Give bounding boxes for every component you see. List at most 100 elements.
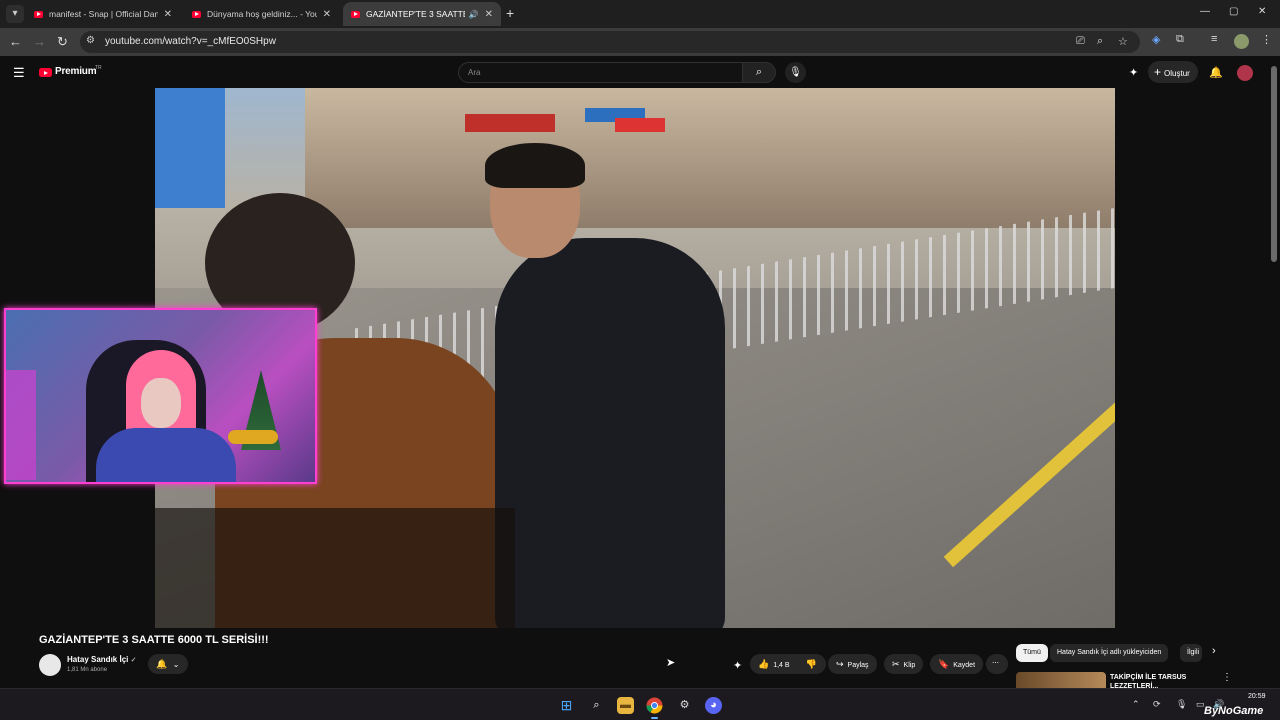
- back-arrow-icon[interactable]: ←: [9, 34, 22, 49]
- tray-overflow-chevron-icon[interactable]: ⌃: [1132, 699, 1140, 710]
- chevron-right-icon[interactable]: ›: [1212, 645, 1216, 657]
- create-button[interactable]: + Oluştur: [1148, 61, 1198, 83]
- share-label: Paylaş: [847, 662, 869, 669]
- microphone-icon[interactable]: 🎙: [785, 62, 806, 83]
- more-vertical-icon[interactable]: ⋮: [1222, 672, 1232, 683]
- webcam-led-light: [6, 370, 36, 480]
- site-info-icon[interactable]: ⚙: [86, 35, 95, 46]
- clock-time: 20:59: [1248, 693, 1266, 700]
- windows-start-icon[interactable]: ⊞: [558, 697, 575, 714]
- url-text: youtube.com/watch?v=_cMfEO0SHpw: [105, 36, 276, 47]
- subscriber-count: 1,81 Mn abone: [67, 667, 108, 673]
- extension-icon[interactable]: ◈: [1152, 33, 1160, 46]
- more-horizontal-icon: ⋯: [992, 660, 999, 667]
- channel-avatar[interactable]: [39, 654, 61, 676]
- chip-from-uploader[interactable]: Hatay Sandık İçi adlı yükleyiciden: [1050, 644, 1169, 662]
- clip-button[interactable]: ✂ Klip: [884, 654, 924, 674]
- video-frame-sky: [155, 88, 225, 208]
- zoom-icon[interactable]: ⌕: [1097, 35, 1103, 48]
- youtube-favicon-icon: [192, 10, 201, 18]
- browser-tab[interactable]: Dünyama hoş geldiniz... - YouT... ✕: [184, 2, 339, 26]
- file-explorer-icon[interactable]: ▬: [617, 697, 634, 714]
- like-dislike-group: 👍 1,4 B 👎: [750, 654, 826, 674]
- bookmark-star-icon[interactable]: ☆: [1118, 35, 1128, 48]
- webcam-overlay: [4, 308, 317, 484]
- media-control-icon[interactable]: ≡: [1211, 33, 1217, 45]
- like-count: 1,4 B: [773, 662, 790, 669]
- chevron-down-icon: ⌄: [172, 660, 180, 669]
- search-input[interactable]: Ara: [458, 62, 743, 83]
- dislike-button[interactable]: 👎: [805, 659, 821, 669]
- profile-avatar[interactable]: [1234, 34, 1249, 49]
- chip-related[interactable]: İlgili: [1180, 644, 1202, 662]
- like-button[interactable]: 👍 1,4 B: [758, 659, 790, 669]
- browser-tab-active[interactable]: GAZİANTEP'TE 3 SAATTE 6... 🔊 ✕: [343, 2, 501, 26]
- search-icon[interactable]: ⌕: [743, 62, 776, 83]
- maximize-button[interactable]: ▢: [1229, 6, 1238, 17]
- bell-icon: 🔔: [156, 659, 168, 669]
- microphone-icon[interactable]: 🎙: [1176, 699, 1187, 710]
- close-tab-icon[interactable]: ✕: [323, 9, 331, 20]
- youtube-premium-logo[interactable]: Premium: [55, 66, 97, 77]
- create-label: Oluştur: [1164, 69, 1190, 78]
- premium-extension-icon[interactable]: ✦: [733, 659, 742, 672]
- thumbs-down-icon: 👎: [805, 659, 817, 669]
- cast-icon[interactable]: ⎚: [1076, 35, 1085, 48]
- audio-playing-icon[interactable]: 🔊: [469, 10, 479, 19]
- youtube-favicon-icon: [351, 10, 360, 18]
- webcam-streamer-body: [96, 428, 236, 482]
- account-avatar[interactable]: [1237, 65, 1253, 81]
- plus-icon: +: [1154, 65, 1162, 79]
- channel-name[interactable]: Hatay Sandık İçi ✓: [67, 655, 136, 664]
- sync-icon[interactable]: ⟳: [1153, 699, 1161, 710]
- webcam-microphone: [228, 430, 278, 444]
- tab-search-button[interactable]: ▾: [6, 5, 24, 23]
- minimize-button[interactable]: —: [1200, 6, 1210, 17]
- extensions-puzzle-icon[interactable]: ⧉: [1176, 33, 1184, 46]
- search-icon[interactable]: ⌕: [588, 697, 605, 714]
- tab-title: manifest - Snap | Official Danc...: [49, 9, 158, 19]
- mouse-cursor-icon: ➤: [666, 657, 676, 669]
- tab-strip: ▾ manifest - Snap | Official Danc... ✕ D…: [0, 0, 1280, 28]
- guide-menu-icon[interactable]: ☰: [13, 65, 25, 81]
- video-frame-buildings: [305, 88, 1115, 228]
- region-code: TR: [95, 65, 102, 71]
- share-button[interactable]: ↪ Paylaş: [828, 654, 877, 674]
- close-window-button[interactable]: ✕: [1258, 6, 1266, 17]
- webcam-streamer-face: [141, 378, 181, 428]
- channel-name-text[interactable]: Hatay Sandık İçi: [67, 655, 128, 664]
- windows-taskbar: ⊞ ⌕ ▬ ⚙ ◕ ⌃ ⟳ 🎙 ▭ 🔊: [0, 688, 1280, 720]
- recommended-title-line: TAKİPÇİM İLE TARSUS: [1110, 674, 1187, 681]
- chrome-menu-icon[interactable]: ⋮: [1261, 33, 1272, 46]
- save-button[interactable]: 🔖 Kaydet: [930, 654, 984, 674]
- forward-arrow-icon[interactable]: →: [33, 34, 46, 49]
- clock[interactable]: 20:59: [1248, 693, 1266, 700]
- reload-icon[interactable]: ↻: [57, 34, 68, 50]
- video-frame-sign: [465, 114, 555, 132]
- chrome-icon[interactable]: [646, 697, 663, 719]
- address-bar[interactable]: ⚙ youtube.com/watch?v=_cMfEO0SHpw ⎚ ⌕ ☆: [80, 31, 1140, 53]
- clip-label: Klip: [903, 662, 916, 669]
- premium-extension-icon[interactable]: ✦: [1129, 66, 1138, 79]
- app-icon[interactable]: ⚙: [676, 697, 693, 714]
- new-tab-button[interactable]: +: [506, 5, 514, 21]
- youtube-favicon-icon: [34, 10, 43, 18]
- close-tab-icon[interactable]: ✕: [164, 9, 172, 20]
- tab-title: Dünyama hoş geldiniz... - YouT...: [207, 9, 317, 19]
- subscription-bell-button[interactable]: 🔔 ⌄: [148, 654, 188, 674]
- video-title: GAZİANTEP'TE 3 SAATTE 6000 TL SERİSİ!!!: [39, 634, 269, 646]
- thumbs-up-icon: 👍: [758, 659, 770, 669]
- discord-icon[interactable]: ◕: [705, 697, 722, 714]
- close-tab-icon[interactable]: ✕: [485, 9, 493, 20]
- browser-tab[interactable]: manifest - Snap | Official Danc... ✕: [26, 2, 180, 26]
- youtube-logo-icon[interactable]: [39, 68, 52, 77]
- chip-all[interactable]: Tümü: [1016, 644, 1048, 662]
- navigation-bar: ← → ↻ ⚙ youtube.com/watch?v=_cMfEO0SHpw …: [0, 28, 1280, 56]
- notifications-bell-icon[interactable]: 🔔: [1209, 66, 1223, 79]
- verified-badge-icon: ✓: [130, 657, 137, 664]
- video-frame-shadow: [155, 508, 515, 628]
- page-scrollbar[interactable]: [1271, 66, 1277, 262]
- video-frame-person-coat: [495, 238, 725, 628]
- bookmark-icon: 🔖: [938, 659, 950, 669]
- more-actions-button[interactable]: ⋯: [986, 654, 1008, 674]
